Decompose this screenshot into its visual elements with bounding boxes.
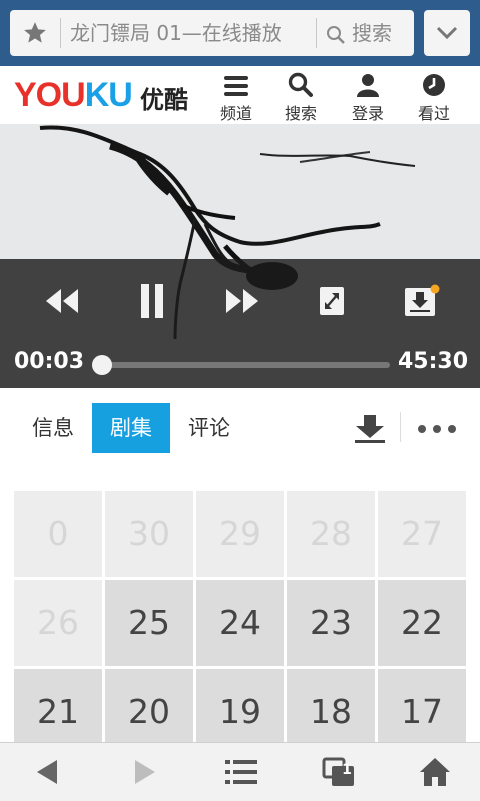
menu-icon bbox=[224, 76, 248, 96]
clock-icon bbox=[423, 74, 445, 96]
video-player[interactable]: 00:03 45:30 bbox=[0, 124, 480, 388]
home-icon bbox=[420, 758, 450, 786]
search-icon bbox=[288, 72, 313, 97]
dropdown-button[interactable] bbox=[424, 10, 470, 56]
download-video-button[interactable] bbox=[398, 277, 446, 325]
nav-history-button[interactable]: 看过 bbox=[406, 70, 462, 123]
nav-label: 看过 bbox=[417, 104, 450, 123]
episode-cell[interactable]: 22 bbox=[378, 580, 466, 666]
divider bbox=[400, 412, 401, 442]
divider bbox=[316, 18, 317, 48]
home-button[interactable] bbox=[410, 751, 460, 793]
search-icon bbox=[327, 25, 345, 44]
rewind-icon bbox=[46, 289, 78, 313]
download-icon bbox=[405, 284, 440, 316]
youku-header: YOUKU 优酷 频道 搜索 登录 看过 bbox=[0, 66, 480, 124]
browser-bottom-toolbar: 1 bbox=[0, 742, 480, 801]
episode-cell: 26 bbox=[14, 580, 102, 666]
rewind-button[interactable] bbox=[38, 277, 86, 325]
address-bar[interactable]: 龙门镖局 01—在线播放 搜索 bbox=[10, 10, 414, 56]
episode-cell[interactable]: 25 bbox=[105, 580, 193, 666]
forward-button[interactable] bbox=[120, 751, 170, 793]
forward-arrow-icon bbox=[135, 760, 155, 784]
nav-channels-button[interactable]: 频道 bbox=[208, 70, 264, 123]
page-title-text[interactable]: 龙门镖局 01—在线播放 bbox=[70, 10, 282, 56]
tab-info[interactable]: 信息 bbox=[16, 403, 90, 453]
youku-logo-cn: 优酷 bbox=[140, 86, 188, 114]
more-dots-icon bbox=[418, 425, 456, 433]
tab-comments[interactable]: 评论 bbox=[172, 403, 246, 453]
nav-label: 搜索 bbox=[284, 104, 317, 123]
tab-episodes[interactable]: 剧集 bbox=[92, 403, 170, 453]
youku-logo[interactable]: YOUKU bbox=[14, 76, 133, 115]
progress-track[interactable] bbox=[100, 362, 390, 368]
list-menu-icon bbox=[225, 760, 257, 784]
episode-cell[interactable]: 24 bbox=[196, 580, 284, 666]
player-controls: 00:03 45:30 bbox=[0, 259, 480, 388]
chevron-down-icon bbox=[436, 26, 458, 40]
episode-cell: 30 bbox=[105, 491, 193, 577]
divider bbox=[60, 18, 61, 48]
pause-icon bbox=[141, 284, 163, 318]
fullscreen-button[interactable] bbox=[308, 277, 356, 325]
browser-top-bar: 龙门镖局 01—在线播放 搜索 bbox=[0, 0, 480, 66]
episode-cell: 29 bbox=[196, 491, 284, 577]
progress-knob[interactable] bbox=[92, 355, 112, 375]
bookmark-star-icon[interactable] bbox=[22, 20, 48, 46]
nav-search-button[interactable]: 搜索 bbox=[273, 70, 329, 123]
episode-cell: 28 bbox=[287, 491, 375, 577]
back-button[interactable] bbox=[22, 751, 72, 793]
nav-login-button[interactable]: 登录 bbox=[340, 70, 396, 123]
nav-label: 频道 bbox=[219, 104, 252, 123]
nav-label: 登录 bbox=[351, 104, 384, 123]
window-count: 1 bbox=[342, 762, 352, 778]
windows-button[interactable]: 1 bbox=[314, 751, 364, 793]
fast-forward-button[interactable] bbox=[218, 277, 266, 325]
episode-cell: 0 bbox=[14, 491, 102, 577]
fast-forward-icon bbox=[226, 289, 258, 313]
current-time: 00:03 bbox=[14, 349, 85, 374]
total-time: 45:30 bbox=[398, 349, 469, 374]
download-button[interactable] bbox=[348, 403, 392, 453]
more-button[interactable] bbox=[412, 403, 462, 453]
user-icon bbox=[357, 74, 379, 97]
search-button[interactable]: 搜索 bbox=[326, 10, 392, 56]
episode-cell: 27 bbox=[378, 491, 466, 577]
fullscreen-icon bbox=[320, 287, 344, 315]
episode-cell[interactable]: 23 bbox=[287, 580, 375, 666]
detail-tabs: 信息 剧集 评论 bbox=[0, 388, 480, 468]
download-icon bbox=[355, 415, 385, 443]
search-button-label: 搜索 bbox=[352, 21, 392, 45]
pause-button[interactable] bbox=[128, 277, 176, 325]
back-arrow-icon bbox=[37, 760, 57, 784]
menu-button[interactable] bbox=[216, 751, 266, 793]
